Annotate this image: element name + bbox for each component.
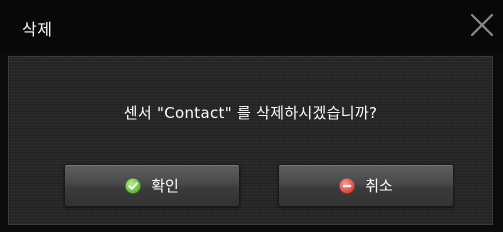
confirm-message: 센서 "Contact" 를 삭제하시겠습니까? — [123, 104, 378, 122]
confirm-button-label: 확인 — [151, 177, 179, 195]
dialog-content: 센서 "Contact" 를 삭제하시겠습니까? 확인 취소 — [8, 56, 493, 225]
dialog-title: 삭제 — [22, 20, 53, 39]
close-button[interactable] — [467, 10, 497, 40]
dialog-titlebar: 삭제 — [0, 0, 503, 52]
close-x-icon — [470, 13, 494, 37]
confirm-button[interactable]: 확인 — [64, 164, 240, 207]
cancel-button-label: 취소 — [365, 177, 393, 195]
check-circle-icon — [125, 178, 141, 193]
minus-circle-icon — [339, 178, 355, 193]
cancel-button[interactable]: 취소 — [278, 164, 454, 207]
delete-dialog: 삭제 센서 "Contact" 를 삭제하시겠습니까? 확인 취소 — [0, 0, 503, 232]
